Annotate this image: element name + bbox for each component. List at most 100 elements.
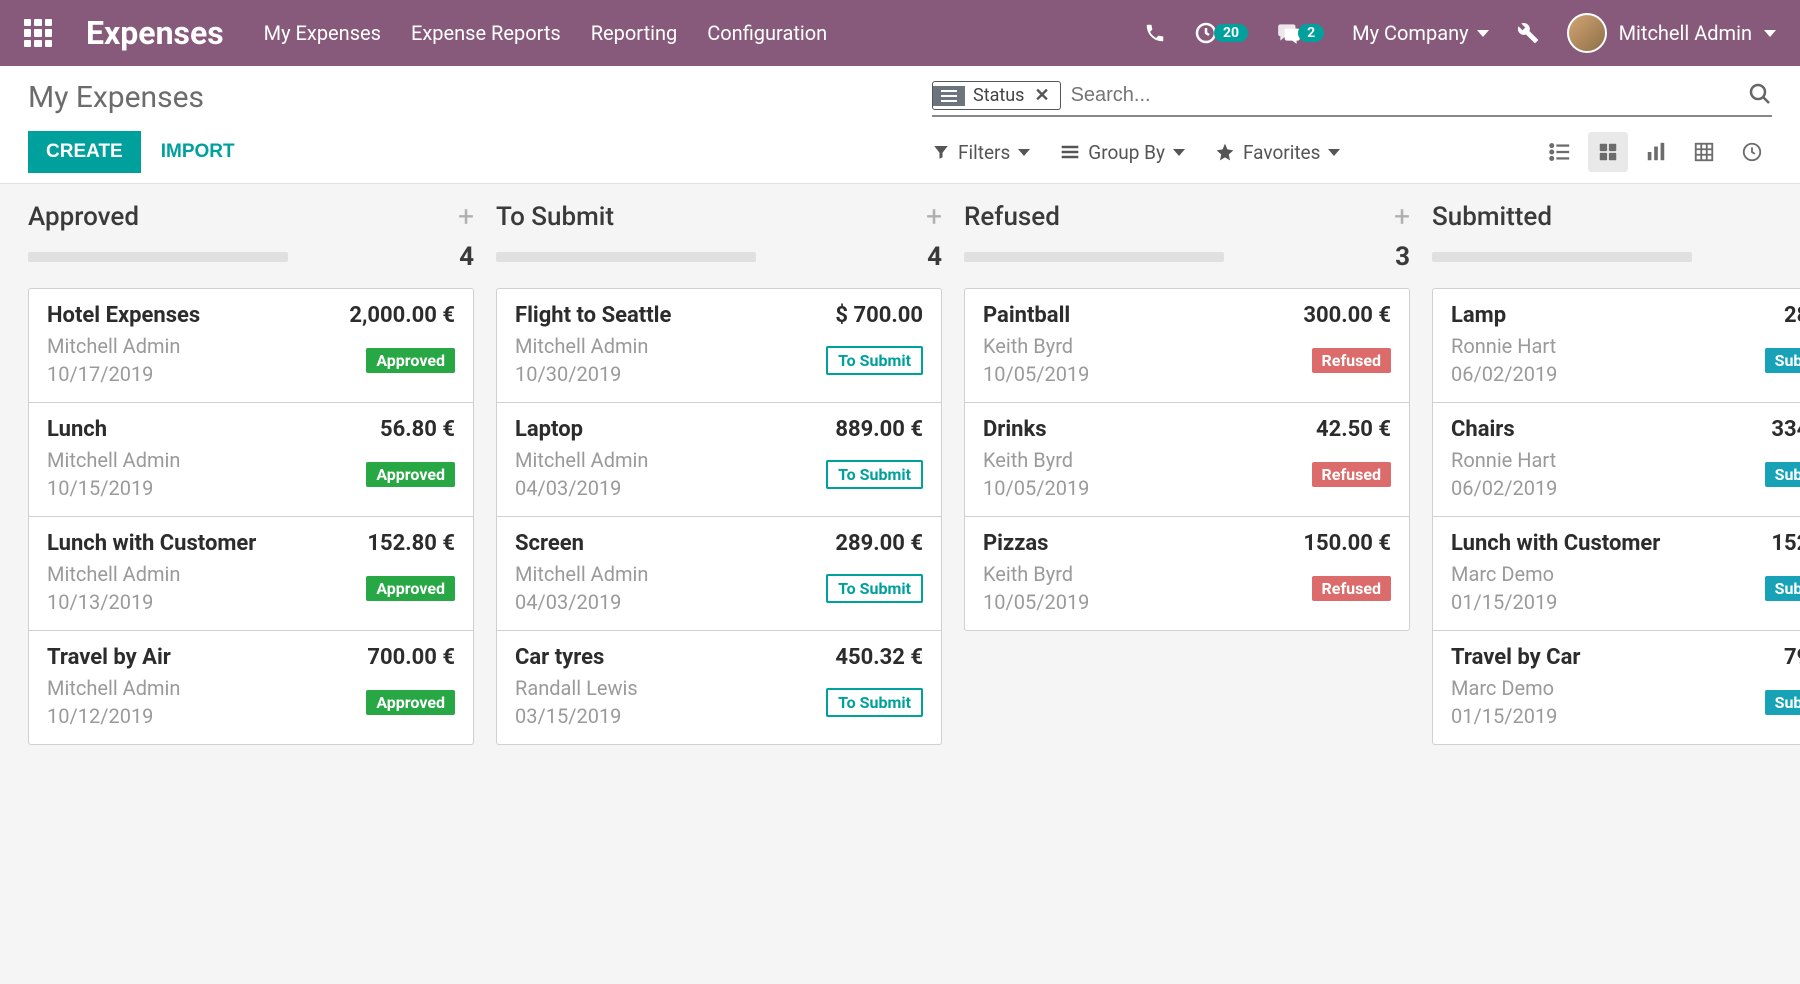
expense-card[interactable]: Lamp28.99 €Ronnie Hart06/02/2019Submitte… bbox=[1433, 289, 1800, 403]
expense-card[interactable]: Travel by Car79.04 €Marc Demo01/15/2019S… bbox=[1433, 631, 1800, 744]
nav-link-my-expenses[interactable]: My Expenses bbox=[264, 21, 381, 45]
column-count: 3 bbox=[1395, 242, 1410, 272]
list-icon bbox=[1060, 144, 1080, 160]
card-title: Travel by Air bbox=[47, 645, 171, 670]
star-icon bbox=[1215, 142, 1235, 162]
card-amount: 334.50 € bbox=[1771, 417, 1800, 442]
search-input[interactable] bbox=[1061, 80, 1748, 111]
status-badge: Refused bbox=[1312, 462, 1391, 487]
chevron-down-icon bbox=[1173, 149, 1185, 156]
card-date: 10/12/2019 bbox=[47, 704, 180, 728]
view-activity-button[interactable] bbox=[1732, 132, 1772, 172]
import-button[interactable]: IMPORT bbox=[161, 141, 235, 163]
card-date: 10/15/2019 bbox=[47, 476, 180, 500]
card-person: Marc Demo bbox=[1451, 562, 1557, 586]
column-progress-bar bbox=[964, 252, 1224, 262]
top-nav: Expenses My Expenses Expense Reports Rep… bbox=[0, 0, 1800, 66]
column-title[interactable]: Refused bbox=[964, 202, 1060, 232]
chat-icon[interactable]: 2 bbox=[1276, 20, 1324, 46]
control-bar: My Expenses Status ✕ CREATE IMPORT bbox=[0, 66, 1800, 184]
group-by-button[interactable]: Group By bbox=[1060, 141, 1185, 164]
activity-icon[interactable]: 20 bbox=[1194, 21, 1248, 45]
view-list-button[interactable] bbox=[1540, 132, 1580, 172]
card-date: 01/15/2019 bbox=[1451, 704, 1557, 728]
status-badge: Approved bbox=[366, 462, 455, 487]
card-person: Mitchell Admin bbox=[47, 676, 180, 700]
nav-link-reporting[interactable]: Reporting bbox=[591, 21, 678, 45]
card-stack: Flight to Seattle $ 700.00 Mitchell Admin 1… bbox=[496, 288, 942, 745]
chevron-down-icon bbox=[1764, 30, 1776, 37]
expense-card[interactable]: Lunch with Customer152.80 €Marc Demo01/1… bbox=[1433, 517, 1800, 631]
card-person: Mitchell Admin bbox=[47, 334, 180, 358]
status-badge: Submitted bbox=[1765, 462, 1800, 487]
page-title: My Expenses bbox=[28, 80, 204, 115]
card-date: 10/30/2019 bbox=[515, 362, 648, 386]
expense-card[interactable]: Car tyres450.32 €Randall Lewis03/15/2019… bbox=[497, 631, 941, 744]
view-pivot-button[interactable] bbox=[1684, 132, 1724, 172]
card-amount: $ 700.00 bbox=[835, 303, 923, 328]
create-button[interactable]: CREATE bbox=[28, 131, 141, 173]
card-title: Screen bbox=[515, 531, 584, 556]
status-badge: To Submit bbox=[826, 574, 923, 603]
nav-link-configuration[interactable]: Configuration bbox=[707, 21, 827, 45]
card-amount: 152.80 € bbox=[367, 531, 455, 556]
expense-card[interactable]: Flight to Seattle$ 700.00Mitchell Admin1… bbox=[497, 289, 941, 403]
expense-card[interactable]: Laptop889.00 €Mitchell Admin04/03/2019To… bbox=[497, 403, 941, 517]
column-add-button[interactable]: + bbox=[458, 203, 474, 231]
card-person: Keith Byrd bbox=[983, 334, 1089, 358]
chevron-down-icon bbox=[1018, 149, 1030, 156]
expense-card[interactable]: Screen289.00 €Mitchell Admin04/03/2019To… bbox=[497, 517, 941, 631]
card-amount: 450.32 € bbox=[835, 645, 923, 670]
app-brand[interactable]: Expenses bbox=[86, 14, 224, 52]
card-amount: 700.00 € bbox=[367, 645, 455, 670]
column-title[interactable]: Submitted bbox=[1432, 202, 1552, 232]
expense-card[interactable]: Paintball300.00 €Keith Byrd10/05/2019Ref… bbox=[965, 289, 1409, 403]
card-amount: 2,000.00 € bbox=[349, 303, 455, 328]
card-amount: 79.04 € bbox=[1784, 645, 1800, 670]
card-date: 10/05/2019 bbox=[983, 590, 1089, 614]
column-add-button[interactable]: + bbox=[926, 203, 942, 231]
search-icon[interactable] bbox=[1748, 82, 1772, 110]
company-selector[interactable]: My Company bbox=[1352, 21, 1488, 45]
status-badge: To Submit bbox=[826, 688, 923, 717]
card-amount: 56.80 € bbox=[380, 417, 455, 442]
status-badge: To Submit bbox=[826, 460, 923, 489]
avatar bbox=[1567, 13, 1607, 53]
card-title: Flight to Seattle bbox=[515, 303, 671, 328]
expense-card[interactable]: Lunch56.80 €Mitchell Admin10/15/2019Appr… bbox=[29, 403, 473, 517]
filters-button[interactable]: Filters bbox=[932, 141, 1030, 164]
view-graph-button[interactable] bbox=[1636, 132, 1676, 172]
card-amount: 889.00 € bbox=[835, 417, 923, 442]
user-menu[interactable]: Mitchell Admin bbox=[1567, 13, 1776, 53]
status-badge: Submitted bbox=[1765, 576, 1800, 601]
apps-menu-icon[interactable] bbox=[24, 19, 52, 47]
debug-icon[interactable] bbox=[1517, 22, 1539, 44]
card-person: Mitchell Admin bbox=[47, 562, 180, 586]
favorites-button[interactable]: Favorites bbox=[1215, 141, 1340, 164]
expense-card[interactable]: Pizzas150.00 €Keith Byrd10/05/2019Refuse… bbox=[965, 517, 1409, 630]
expense-card[interactable]: Hotel Expenses2,000.00 €Mitchell Admin10… bbox=[29, 289, 473, 403]
card-amount: 28.99 € bbox=[1784, 303, 1800, 328]
expense-card[interactable]: Travel by Air 700.00 € Mitchell Admin 10/12… bbox=[29, 631, 473, 744]
card-title: Drinks bbox=[983, 417, 1047, 442]
card-title: Lunch with Customer bbox=[47, 531, 256, 556]
filter-chip-status[interactable]: Status ✕ bbox=[932, 81, 1061, 110]
view-kanban-button[interactable] bbox=[1588, 132, 1628, 172]
nav-link-expense-reports[interactable]: Expense Reports bbox=[411, 21, 561, 45]
card-date: 06/02/2019 bbox=[1451, 476, 1557, 500]
kanban-column: Approved+4Hotel Expenses2,000.00 €Mitche… bbox=[28, 202, 474, 745]
card-title: Chairs bbox=[1451, 417, 1515, 442]
close-icon[interactable]: ✕ bbox=[1032, 82, 1059, 109]
card-person: Mitchell Admin bbox=[515, 448, 648, 472]
search-box[interactable]: Status ✕ bbox=[932, 80, 1772, 117]
kanban-column: Submitted+4Lamp28.99 €Ronnie Hart06/02/2… bbox=[1432, 202, 1800, 745]
status-badge: Approved bbox=[366, 348, 455, 373]
column-title[interactable]: Approved bbox=[28, 202, 139, 232]
expense-card[interactable]: Drinks42.50 €Keith Byrd10/05/2019Refused bbox=[965, 403, 1409, 517]
expense-card[interactable]: Chairs334.50 €Ronnie Hart06/02/2019Submi… bbox=[1433, 403, 1800, 517]
column-add-button[interactable]: + bbox=[1394, 203, 1410, 231]
phone-icon[interactable] bbox=[1144, 22, 1166, 44]
card-date: 03/15/2019 bbox=[515, 704, 638, 728]
column-title[interactable]: To Submit bbox=[496, 202, 614, 232]
expense-card[interactable]: Lunch with Customer 152.80 € Mitchell Admi… bbox=[29, 517, 473, 631]
